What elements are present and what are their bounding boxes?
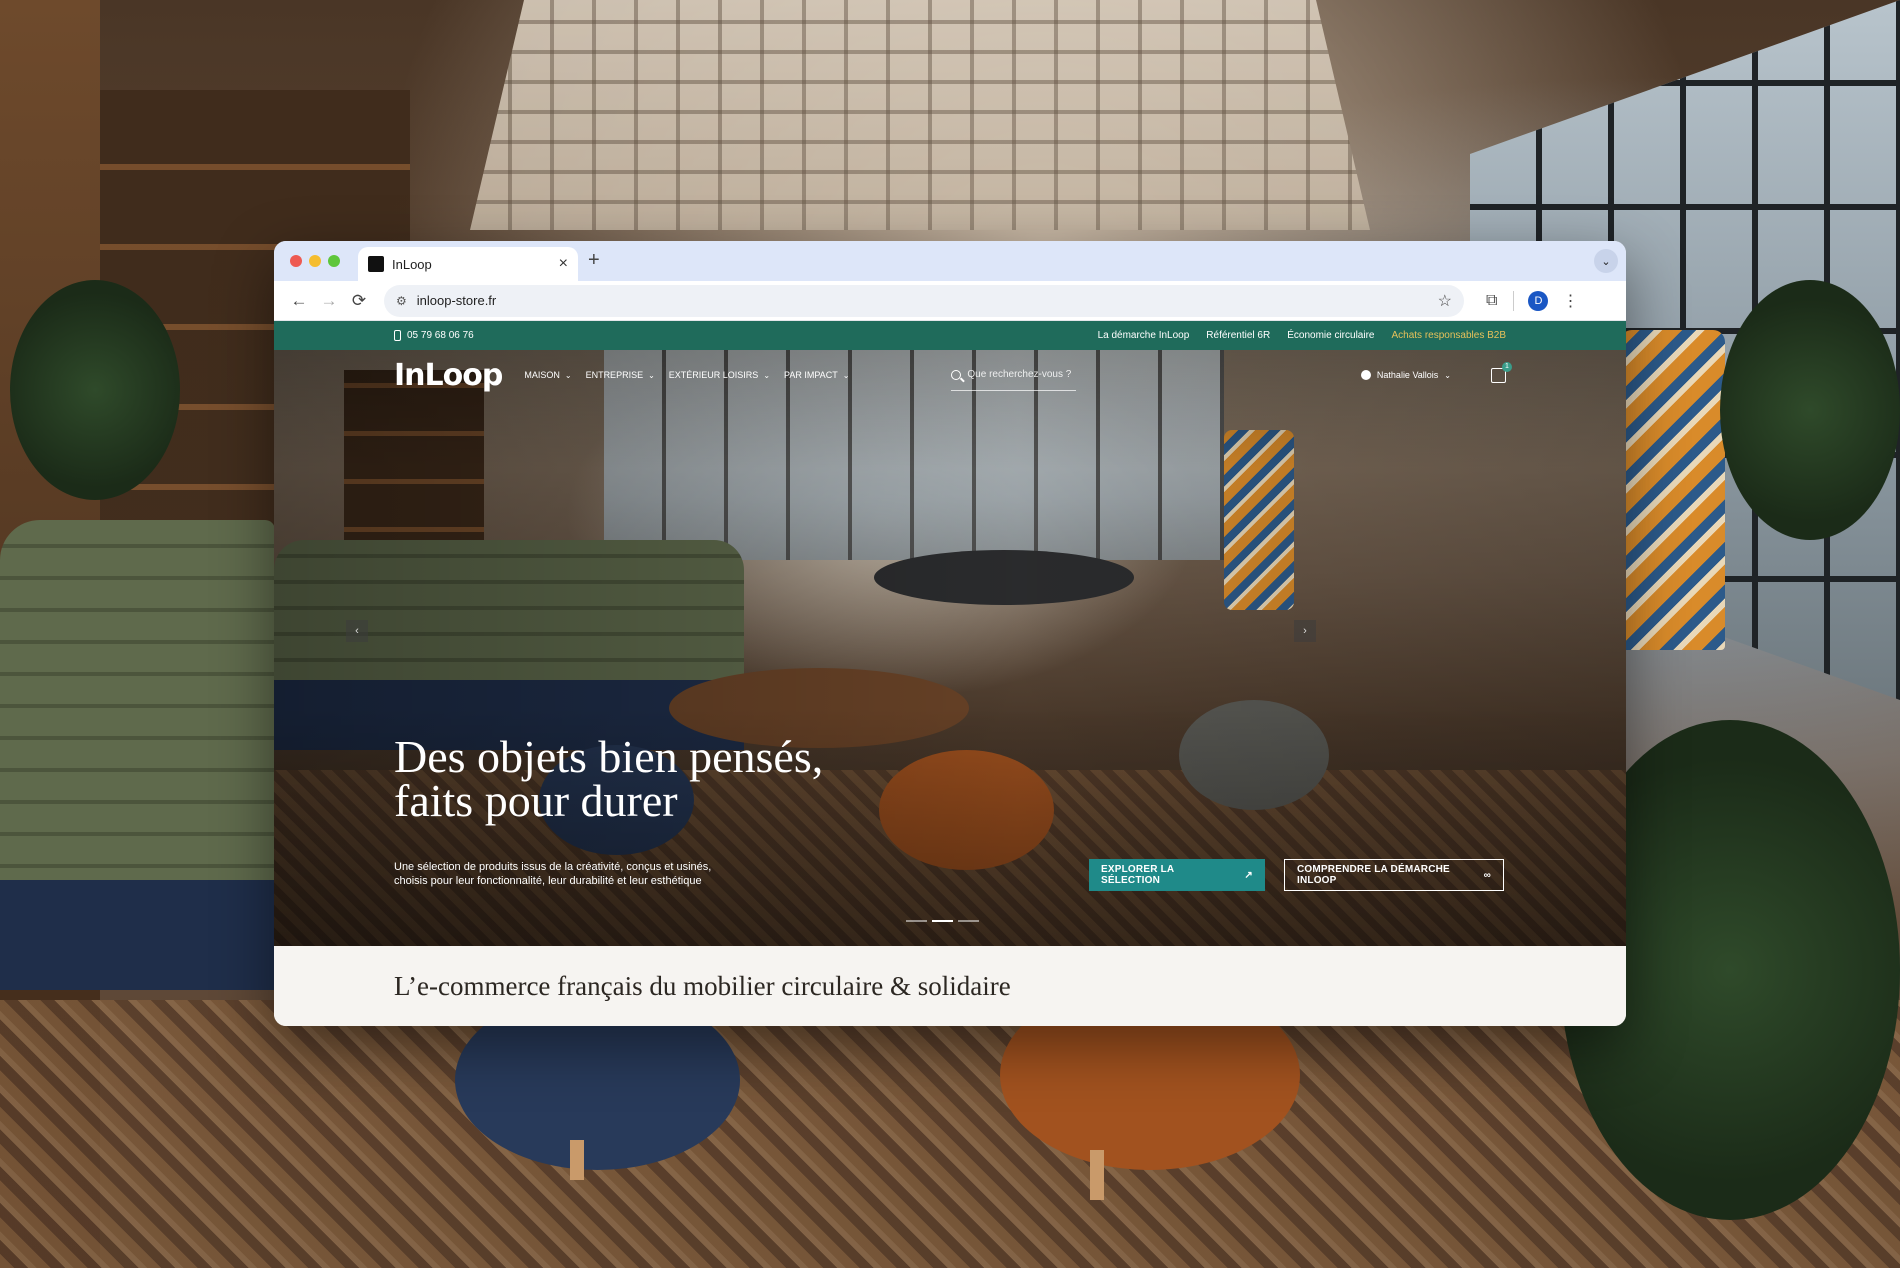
browser-toolbar: ← → ⟳ ⚙ inloop-store.fr ☆ ⧉ D ⋮ (274, 281, 1626, 321)
url-text[interactable]: inloop-store.fr (417, 293, 1438, 308)
reload-button[interactable]: ⟳ (344, 291, 374, 311)
cart-count-badge: 1 (1502, 361, 1512, 372)
hero-title: Des objets bien pensés, faits pour durer (394, 731, 954, 826)
nav-item-par-impact[interactable]: PAR IMPACT ⌄ (784, 370, 849, 380)
tab-bar: InLoop × + ⌄ (274, 241, 1626, 281)
new-tab-button[interactable]: + (588, 249, 600, 272)
carousel-next-button[interactable]: › (1294, 620, 1316, 642)
carousel-prev-button[interactable]: ‹ (346, 620, 368, 642)
background-ceiling (470, 0, 1370, 230)
nav-item-entreprise[interactable]: ENTREPRISE ⌄ (586, 370, 655, 380)
website: 05 79 68 06 76 La démarche InLoop Référe… (274, 321, 1626, 1026)
favicon-icon (368, 256, 384, 272)
site-header: InLoop MAISON ⌄ ENTREPRISE ⌄ EXTÉRIEUR LOI… (394, 350, 1512, 400)
nav-item-label: EXTÉRIEUR LOISIRS (668, 370, 759, 380)
button-label: COMPRENDRE LA DÉMARCHE INLOOP (1297, 864, 1450, 886)
phone-contact[interactable]: 05 79 68 06 76 (394, 330, 474, 341)
button-label: EXPLORER LA SÉLECTION (1101, 864, 1174, 886)
maximize-window-dot[interactable] (328, 255, 340, 267)
hero-title-line: Des objets bien pensés, (394, 731, 824, 782)
nav-item-maison[interactable]: MAISON ⌄ (524, 370, 571, 380)
chevron-down-icon: ⌄ (648, 370, 655, 380)
understand-approach-button[interactable]: COMPRENDRE LA DÉMARCHE INLOOP ∞ (1284, 859, 1504, 891)
chevron-down-icon: ⌄ (1444, 370, 1451, 380)
background-sofa-base (0, 880, 275, 990)
browser-menu-icon[interactable]: ⋮ (1562, 291, 1578, 311)
nav-item-label: PAR IMPACT (784, 370, 838, 380)
background-plant (1720, 280, 1900, 540)
bookmark-star-icon[interactable]: ☆ (1438, 291, 1452, 311)
hero-title-line: faits pour durer (394, 775, 678, 826)
browser-window: InLoop × + ⌄ ← → ⟳ ⚙ inloop-store.fr ☆ ⧉… (274, 241, 1626, 1026)
carousel-dot[interactable] (958, 920, 979, 922)
nav-item-label: ENTREPRISE (585, 370, 644, 380)
site-logo[interactable]: InLoop (394, 358, 503, 393)
carousel-dot[interactable] (932, 920, 953, 922)
tab-search-button[interactable]: ⌄ (1594, 249, 1618, 273)
nav-item-exterieur-loisirs[interactable]: EXTÉRIEUR LOISIRS ⌄ (669, 370, 770, 380)
topbar-link[interactable]: Achats responsables B2B (1391, 330, 1506, 341)
site-settings-icon[interactable]: ⚙ (396, 294, 407, 308)
phone-number: 05 79 68 06 76 (407, 330, 474, 341)
search-icon (951, 369, 962, 380)
search-input[interactable]: Que recherchez-vous ? (951, 359, 1077, 391)
topbar-links: La démarche InLoop Référentiel 6R Économ… (1098, 330, 1506, 341)
chevron-down-icon: ⌄ (763, 370, 771, 380)
hero-subtitle: Une sélection de produits issus de la cr… (394, 861, 712, 887)
arrow-swirl-icon: ↗ (1244, 869, 1253, 881)
tagline-text: L’e-commerce français du mobilier circul… (394, 970, 1011, 1001)
profile-avatar[interactable]: D (1528, 290, 1549, 311)
background-arcade-machine (1620, 330, 1725, 650)
hero-banner: InLoop MAISON ⌄ ENTREPRISE ⌄ EXTÉRIEUR LOI… (274, 350, 1626, 946)
explore-selection-button[interactable]: EXPLORER LA SÉLECTION ↗ (1089, 859, 1265, 891)
close-window-dot[interactable] (290, 255, 302, 267)
user-name: Nathalie Vallois (1376, 370, 1439, 380)
minimize-window-dot[interactable] (309, 255, 321, 267)
background-pouf-leg (570, 1140, 584, 1180)
back-button[interactable]: ← (284, 291, 314, 311)
chevron-down-icon: ⌄ (564, 370, 572, 380)
address-bar[interactable]: ⚙ inloop-store.fr ☆ (384, 284, 1464, 317)
tagline-section: L’e-commerce français du mobilier circul… (274, 946, 1626, 1026)
site-topbar: 05 79 68 06 76 La démarche InLoop Référe… (274, 321, 1626, 350)
extensions-icon[interactable]: ⧉ (1486, 292, 1497, 310)
user-icon (1360, 370, 1371, 380)
background-plant (10, 280, 180, 500)
user-account-menu[interactable]: Nathalie Vallois ⌄ (1360, 370, 1451, 380)
carousel-dot[interactable] (906, 920, 927, 922)
toolbar-divider (1513, 290, 1515, 311)
background-pouf-leg (1090, 1150, 1104, 1200)
topbar-link[interactable]: Référentiel 6R (1206, 330, 1270, 341)
infinity-icon: ∞ (1483, 869, 1491, 881)
chevron-down-icon: ⌄ (842, 370, 850, 380)
carousel-indicators (906, 920, 979, 922)
topbar-link[interactable]: La démarche InLoop (1098, 330, 1190, 341)
close-tab-icon[interactable]: × (559, 255, 568, 273)
forward-button[interactable]: → (314, 291, 344, 311)
nav-item-label: MAISON (524, 370, 560, 380)
browser-tab[interactable]: InLoop × (358, 247, 578, 281)
phone-icon (394, 330, 401, 341)
cart-icon[interactable]: 1 (1491, 361, 1512, 383)
topbar-link[interactable]: Économie circulaire (1287, 330, 1374, 341)
tab-title: InLoop (392, 256, 432, 272)
hero-overlay (274, 350, 1626, 946)
search-placeholder: Que recherchez-vous ? (967, 369, 1072, 380)
